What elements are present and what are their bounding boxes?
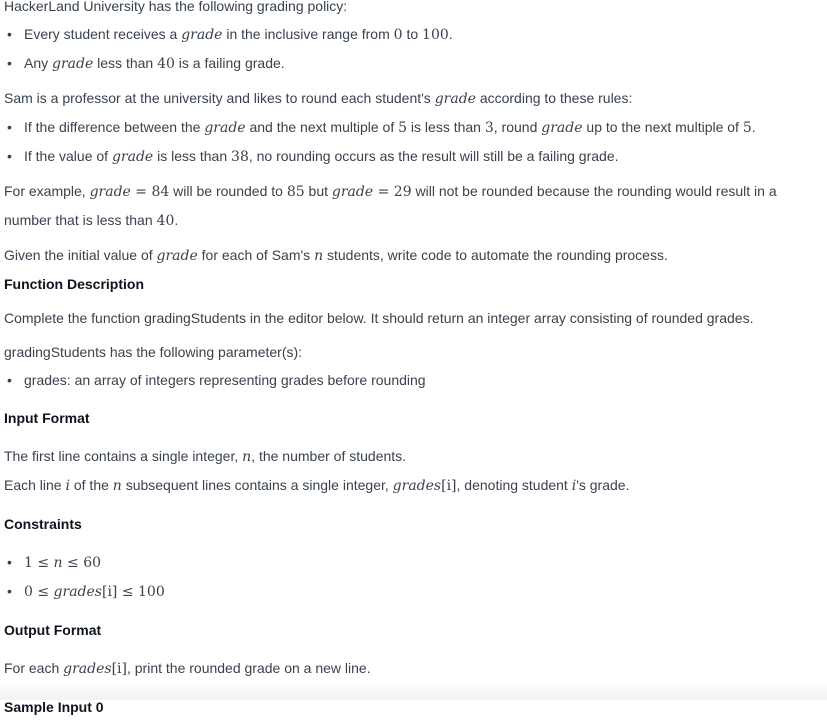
grading-policy-list: Every student receives a grade in the in… xyxy=(4,20,824,78)
constraint-item-grades: 0 ≤ grades[i] ≤ 100 xyxy=(4,577,824,606)
constraint-item-n: 1 ≤ n ≤ 60 xyxy=(4,548,824,577)
output-format-text: For each grades[i], print the rounded gr… xyxy=(4,660,371,677)
constraints-heading: Constraints xyxy=(4,516,82,532)
output-format-heading: Output Format xyxy=(4,622,102,638)
rounding-rules-list: If the difference between the grade and … xyxy=(4,113,824,171)
policy-item-failing: Any grade less than 40 is a failing grad… xyxy=(4,49,824,78)
input-format-line-1: The first line contains a single integer… xyxy=(4,448,407,465)
parameters-intro: gradingStudents has the following parame… xyxy=(4,344,303,360)
rule-item-no-rounding: If the value of grade is less than 38, n… xyxy=(4,142,824,171)
example-text: For example, grade = 84 will be rounded … xyxy=(4,183,777,229)
rule-item-round-up: If the difference between the grade and … xyxy=(4,113,824,142)
problem-statement: HackerLand University has the following … xyxy=(4,0,824,721)
function-description-heading: Function Description xyxy=(4,276,144,292)
function-description-text: Complete the function gradingStudents in… xyxy=(4,310,754,326)
input-format-heading: Input Format xyxy=(4,410,90,426)
parameters-list: grades: an array of integers representin… xyxy=(4,366,824,394)
intro-text: HackerLand University has the following … xyxy=(4,0,348,14)
input-format-line-2: Each line i of the n subsequent lines co… xyxy=(4,477,630,494)
given-text: Given the initial value of grade for eac… xyxy=(4,247,668,264)
policy-item-range: Every student receives a grade in the in… xyxy=(4,20,824,49)
sam-text: Sam is a professor at the university and… xyxy=(4,90,633,107)
constraints-list: 1 ≤ n ≤ 60 0 ≤ grades[i] ≤ 100 xyxy=(4,548,824,606)
parameter-item: grades: an array of integers representin… xyxy=(4,366,824,394)
sample-input-heading: Sample Input 0 xyxy=(4,699,104,715)
